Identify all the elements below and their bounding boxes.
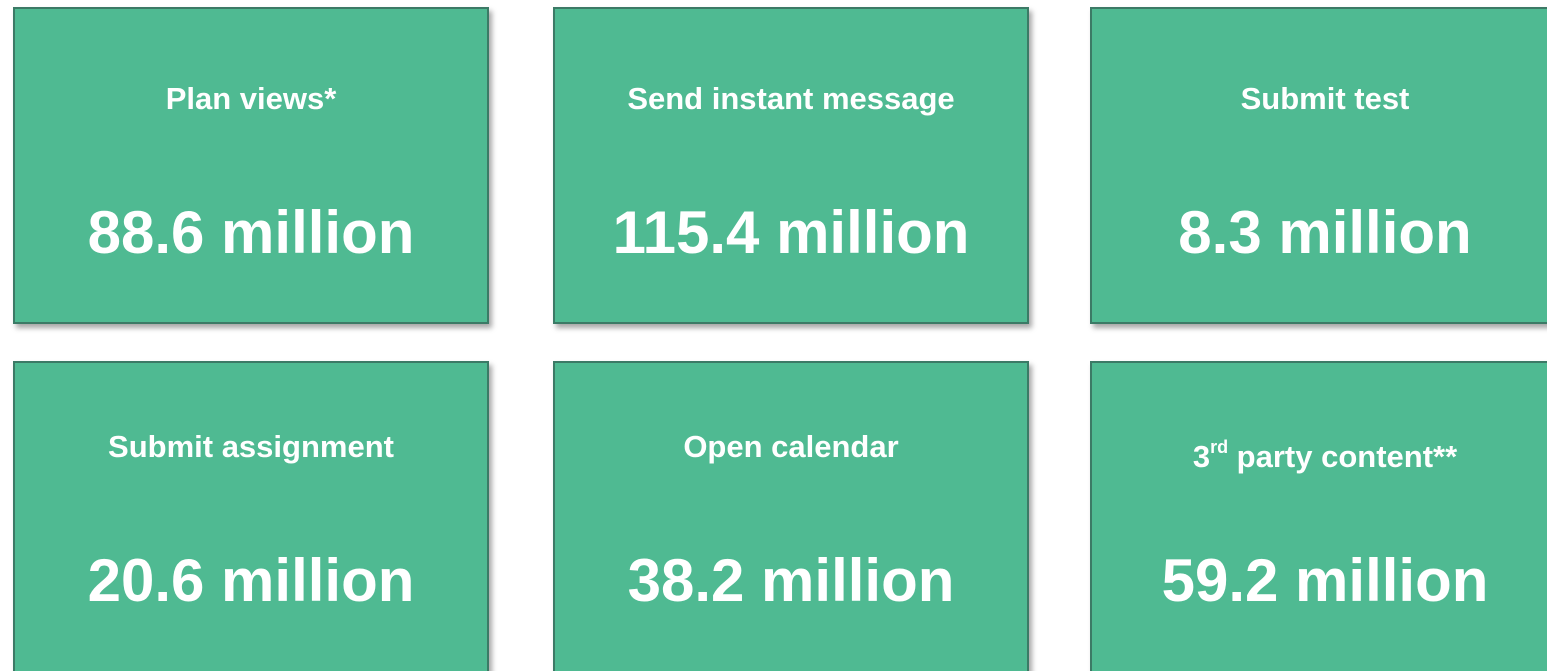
stats-grid: Plan views* 88.6 million Send instant me… <box>0 0 1547 671</box>
stat-tile-plan-views: Plan views* 88.6 million <box>13 7 489 324</box>
stat-tile-send-instant-message: Send instant message 115.4 million <box>553 7 1029 324</box>
stat-label-prefix: 3 <box>1192 439 1211 474</box>
stat-label-superscript: rd <box>1210 437 1229 457</box>
stat-label: Submit assignment <box>108 429 394 464</box>
stat-label: Send instant message <box>627 81 955 116</box>
stat-tile-third-party-content: 3rd party content** 59.2 million <box>1090 361 1547 671</box>
stat-value: 20.6 million <box>87 547 415 614</box>
stat-label: Submit test <box>1240 81 1410 116</box>
stat-value: 115.4 million <box>612 199 970 266</box>
stat-value: 59.2 million <box>1161 547 1489 614</box>
stat-value: 8.3 million <box>1178 199 1472 266</box>
stat-label: 3rd party content** <box>1092 427 1547 477</box>
stat-tile-submit-assignment: Submit assignment 20.6 million <box>13 361 489 671</box>
stat-label-suffix: party content** <box>1228 439 1458 474</box>
stat-label: Plan views* <box>165 81 337 116</box>
stat-tile-open-calendar: Open calendar 38.2 million <box>553 361 1029 671</box>
stat-value: 88.6 million <box>87 199 415 266</box>
stat-value: 38.2 million <box>627 547 955 614</box>
stat-tile-submit-test: Submit test 8.3 million <box>1090 7 1547 324</box>
stat-label: Open calendar <box>683 429 899 464</box>
